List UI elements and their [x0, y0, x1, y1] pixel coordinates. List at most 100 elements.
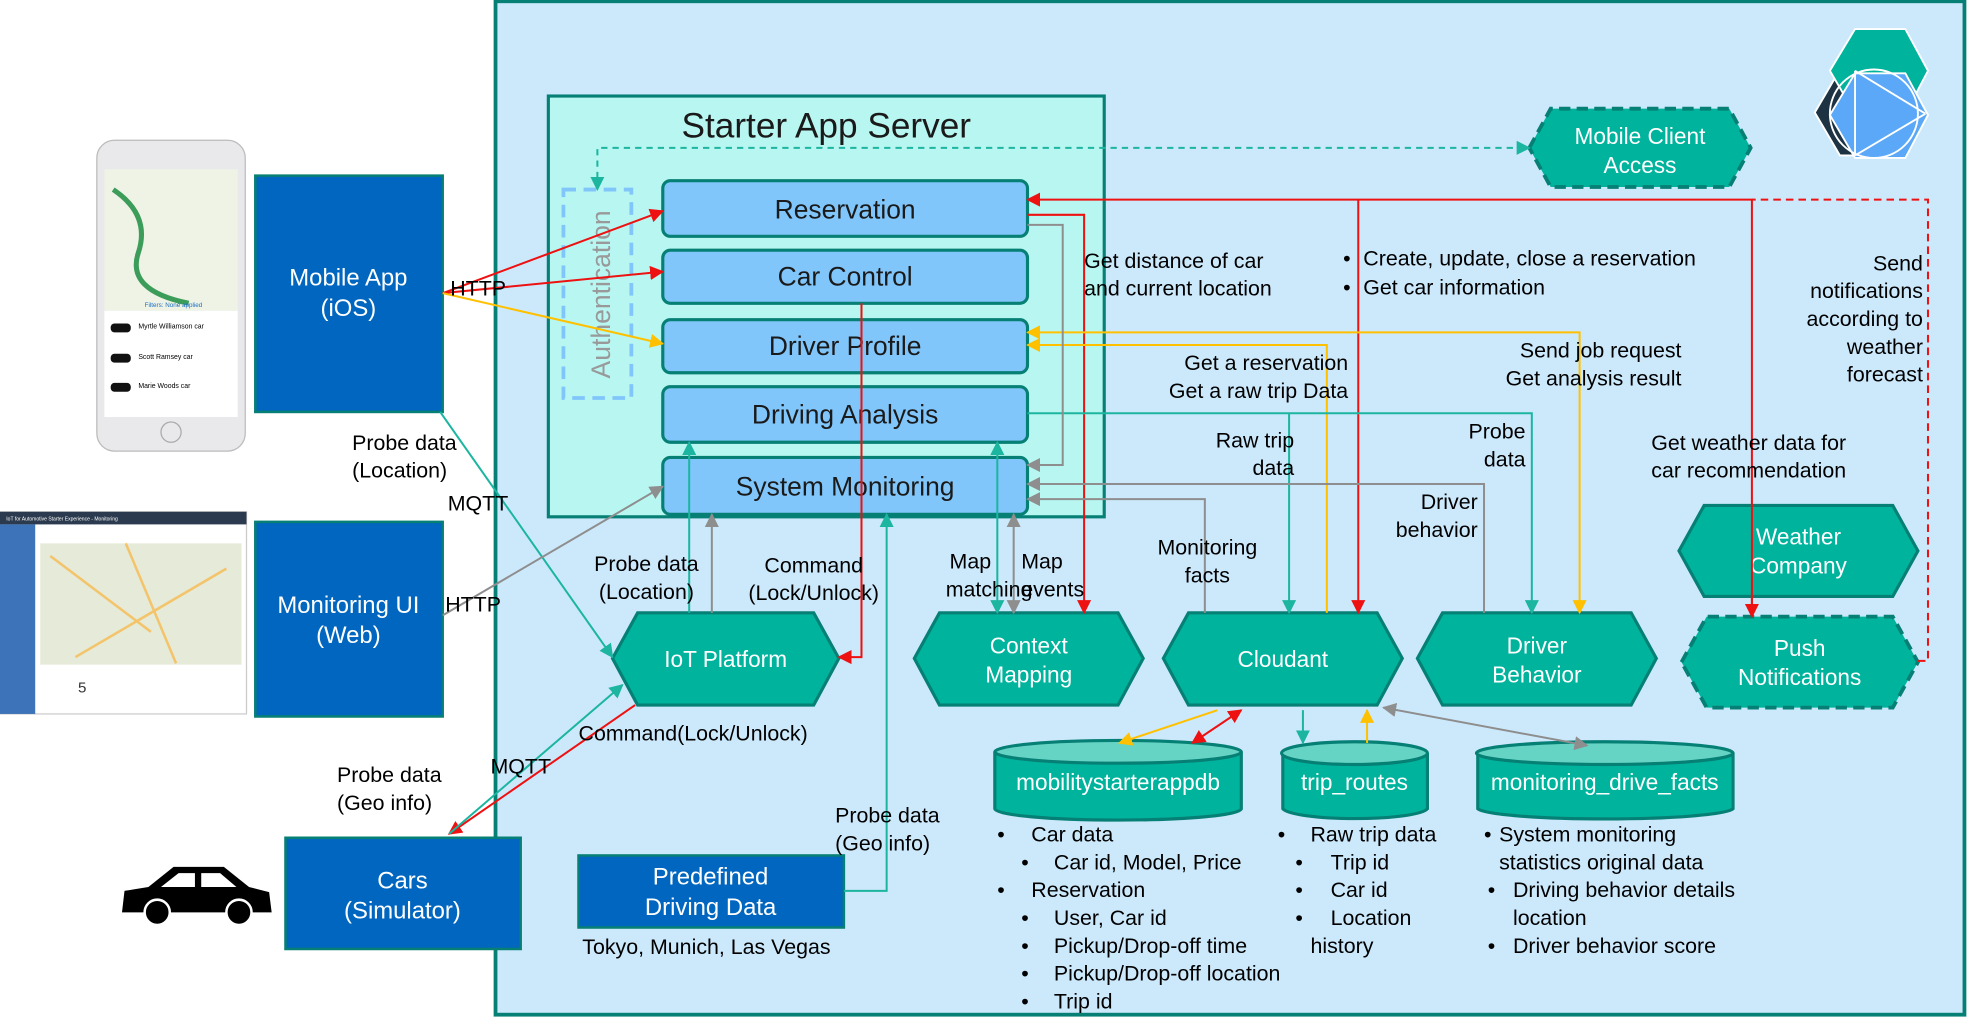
svg-text:(Geo info): (Geo info): [337, 791, 432, 815]
service-car-control[interactable]: Car Control: [661, 248, 1030, 305]
service-driving-analysis[interactable]: Driving Analysis: [661, 385, 1030, 444]
label-mqtt: MQTT: [448, 491, 509, 515]
svg-text:data: data: [1253, 456, 1295, 480]
svg-text:Map: Map: [950, 550, 992, 574]
svg-text:•: •: [1343, 275, 1350, 299]
bullet: •: [1295, 906, 1302, 930]
web-title: IoT for Automotive Starter Experience - …: [6, 517, 118, 523]
db1-list-item: Reservation: [1031, 878, 1145, 902]
svg-text:System Monitoring: System Monitoring: [736, 471, 955, 501]
bullet: •: [1488, 934, 1495, 958]
bullet: •: [1484, 823, 1491, 847]
svg-text:Driver Profile: Driver Profile: [769, 331, 922, 361]
svg-text:(Lock/Unlock): (Lock/Unlock): [748, 581, 879, 605]
svg-text:(Simulator): (Simulator): [344, 898, 461, 925]
svg-text:(iOS): (iOS): [321, 295, 377, 322]
svg-text:car recommendation: car recommendation: [1651, 459, 1846, 483]
svg-text:Probe: Probe: [1468, 419, 1525, 443]
predefined-driving-data-box[interactable]: Predefined Driving Data: [577, 854, 846, 929]
svg-text:Driving Data: Driving Data: [645, 894, 777, 921]
svg-text:Get a reservation: Get a reservation: [1184, 351, 1348, 375]
db3-list-item: Driving behavior details: [1513, 878, 1735, 902]
svg-text:behavior: behavior: [1396, 518, 1478, 542]
svg-text:Reservation: Reservation: [775, 195, 916, 225]
svg-text:according to: according to: [1807, 307, 1924, 331]
svg-text:Company: Company: [1750, 553, 1848, 579]
db2-list-item: Location: [1331, 906, 1412, 930]
db3-list-item: Driver behavior score: [1513, 934, 1716, 958]
weather-company[interactable]: Weather Company: [1677, 503, 1920, 599]
svg-text:IoT Platform: IoT Platform: [664, 646, 787, 672]
svg-text:Probe data: Probe data: [337, 763, 442, 787]
svg-text:Predefined: Predefined: [653, 863, 769, 890]
db3-list-item: System monitoring: [1499, 823, 1676, 847]
db3-list-item: statistics original data: [1499, 850, 1703, 874]
bullet: •: [1021, 906, 1028, 930]
db-monitoring-drive-facts[interactable]: monitoring_drive_facts: [1474, 740, 1735, 821]
db2-list-item: Car id: [1331, 878, 1388, 902]
service-driver-profile[interactable]: Driver Profile: [661, 318, 1030, 375]
db2-list-item: history: [1310, 934, 1373, 958]
svg-text:Command: Command: [764, 553, 863, 577]
svg-text:•: •: [1343, 246, 1350, 270]
svg-text:Cloudant: Cloudant: [1237, 646, 1328, 672]
phone-list-item: Marie Woods car: [138, 383, 191, 390]
service-system-monitoring[interactable]: System Monitoring: [661, 455, 1030, 516]
svg-text:Send job request: Send job request: [1520, 339, 1682, 363]
architecture-diagram: Starter App Server Authentication Reserv…: [0, 0, 1967, 1017]
monitoring-ui-box[interactable]: Monitoring UI (Web): [254, 520, 444, 718]
svg-text:notifications: notifications: [1810, 279, 1923, 303]
db-trip-routes[interactable]: trip_routes: [1279, 740, 1430, 821]
svg-text:Context: Context: [990, 632, 1069, 658]
svg-text:Behavior: Behavior: [1492, 661, 1582, 687]
db-mobilitystarterappdb[interactable]: mobilitystarterappdb: [993, 738, 1243, 822]
svg-text:Get car information: Get car information: [1363, 275, 1545, 299]
web-screenshot: IoT for Automotive Starter Experience - …: [0, 511, 248, 715]
db1-list-item: Car id, Model, Price: [1054, 850, 1242, 874]
svg-text:data: data: [1484, 447, 1526, 471]
car-icon: [121, 866, 272, 927]
svg-text:Monitoring UI: Monitoring UI: [277, 592, 419, 619]
authentication-label: Authentication: [586, 210, 616, 378]
db3-list-item: location: [1513, 906, 1587, 930]
mobile-client-access[interactable]: Mobile Client Access: [1527, 106, 1753, 189]
svg-text:Mapping: Mapping: [985, 661, 1072, 687]
svg-text:monitoring_drive_facts: monitoring_drive_facts: [1491, 769, 1719, 795]
push-notifications[interactable]: Push Notifications: [1679, 614, 1921, 710]
phone-list-item: Myrtle Williamson car: [138, 324, 204, 331]
svg-text:and current location: and current location: [1084, 277, 1272, 301]
bullet: •: [1021, 934, 1028, 958]
svg-text:Weather: Weather: [1756, 524, 1842, 550]
svg-text:(Location): (Location): [352, 459, 447, 483]
cloudant[interactable]: Cloudant: [1161, 611, 1405, 707]
mobile-app-box[interactable]: Mobile App (iOS): [254, 174, 444, 414]
svg-text:Notifications: Notifications: [1738, 664, 1861, 690]
db2-list-item: Raw trip data: [1310, 823, 1436, 847]
context-mapping[interactable]: Context Mapping: [912, 611, 1145, 707]
bullet: •: [997, 878, 1004, 902]
iot-platform[interactable]: IoT Platform: [610, 611, 841, 707]
driver-behavior[interactable]: Driver Behavior: [1415, 611, 1659, 707]
svg-text:Access: Access: [1603, 152, 1676, 178]
db2-list-item: Trip id: [1331, 850, 1390, 874]
bullet: •: [1021, 850, 1028, 874]
service-reservation[interactable]: Reservation: [661, 179, 1030, 238]
svg-text:Cars: Cars: [377, 867, 427, 894]
svg-text:Driver: Driver: [1421, 490, 1478, 514]
svg-text:mobilitystarterappdb: mobilitystarterappdb: [1016, 769, 1220, 795]
svg-text:Raw trip: Raw trip: [1216, 428, 1294, 452]
svg-text:Mobile Client: Mobile Client: [1575, 123, 1707, 149]
svg-text:Get a raw trip Data: Get a raw trip Data: [1169, 379, 1348, 403]
bullet: •: [1295, 878, 1302, 902]
label-http: HTTP: [450, 277, 506, 301]
db1-list-item: Car data: [1031, 823, 1113, 847]
svg-text:Push: Push: [1774, 635, 1826, 661]
svg-text:forecast: forecast: [1847, 363, 1923, 387]
svg-text:matching: matching: [946, 577, 1033, 601]
svg-text:Send: Send: [1873, 251, 1923, 275]
db1-list-item: Pickup/Drop-off time: [1054, 934, 1247, 958]
bullet: •: [1021, 962, 1028, 986]
bullet: •: [1488, 878, 1495, 902]
cars-box[interactable]: Cars (Simulator): [284, 836, 522, 951]
svg-text:(Web): (Web): [316, 622, 381, 649]
